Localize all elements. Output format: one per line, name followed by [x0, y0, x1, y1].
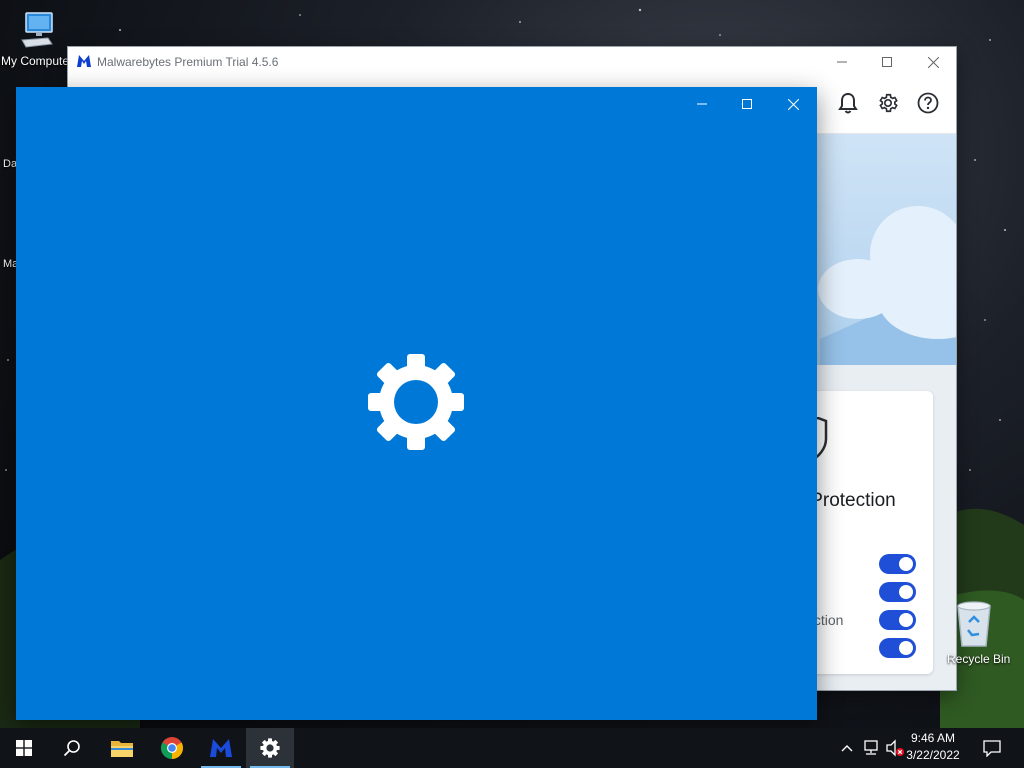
clock-time: 9:46 AM — [910, 731, 956, 745]
desktop-icon-label: Recycle Bin — [947, 652, 1011, 666]
gear-icon — [879, 93, 898, 113]
taskbar-clock[interactable]: 9:46 AM 3/22/2022 — [898, 730, 968, 764]
chevron-up-icon — [841, 745, 853, 752]
malware-protection-toggle[interactable] — [879, 582, 916, 602]
gear-icon — [368, 354, 464, 450]
close-button[interactable] — [770, 93, 816, 115]
start-icon — [16, 740, 32, 756]
settings-splash-window[interactable] — [16, 87, 817, 720]
minimize-button[interactable] — [679, 93, 725, 115]
maximize-icon — [742, 99, 752, 109]
settings-icon — [260, 738, 280, 758]
close-icon — [787, 98, 799, 110]
recycle-bin-icon — [957, 601, 991, 647]
minimize-icon — [697, 103, 707, 105]
start-button[interactable] — [0, 728, 48, 768]
file-explorer-icon — [111, 741, 133, 757]
malwarebytes-logo-icon — [77, 55, 91, 67]
malwarebytes-titlebar[interactable]: Malwarebytes Premium Trial 4.5.6 — [68, 47, 956, 77]
clock-date: 3/22/2022 — [906, 748, 960, 762]
taskbar-malwarebytes[interactable] — [197, 728, 245, 768]
notifications-icon — [983, 740, 1001, 757]
desktop-icon-label: My Computer — [0, 54, 74, 68]
network-button[interactable] — [860, 728, 882, 768]
search-button[interactable] — [48, 728, 96, 768]
web-protection-toggle[interactable] — [879, 554, 916, 574]
window-title: Malwarebytes Premium Trial 4.5.6 — [97, 55, 279, 69]
desktop-icon-partial-label: Da — [3, 158, 18, 170]
taskbar: 9:46 AM 3/22/2022 — [0, 728, 1024, 768]
help-button[interactable] — [916, 91, 940, 115]
malwarebytes-icon — [210, 739, 232, 757]
settings-button[interactable] — [876, 91, 900, 115]
close-icon — [927, 56, 939, 68]
chrome-icon — [161, 737, 183, 759]
taskbar-settings[interactable] — [246, 728, 294, 768]
notifications-button[interactable] — [836, 91, 860, 115]
desktop-icon-my-computer[interactable]: My Computer — [0, 10, 74, 68]
bell-icon — [838, 92, 858, 114]
exploit-protection-toggle[interactable] — [879, 638, 916, 658]
taskbar-chrome[interactable] — [148, 728, 196, 768]
show-hidden-icons-button[interactable] — [838, 728, 856, 768]
maximize-icon — [882, 57, 892, 67]
maximize-button[interactable] — [864, 47, 910, 77]
network-icon — [864, 740, 878, 755]
action-center-button[interactable] — [978, 728, 1006, 768]
help-icon — [917, 92, 939, 114]
minimize-icon — [837, 61, 847, 63]
close-button[interactable] — [910, 47, 956, 77]
computer-icon — [21, 12, 53, 48]
ransomware-protection-toggle[interactable] — [879, 610, 916, 630]
search-icon — [63, 740, 80, 757]
minimize-button[interactable] — [819, 47, 865, 77]
maximize-button[interactable] — [724, 93, 770, 115]
taskbar-file-explorer[interactable] — [98, 728, 146, 768]
